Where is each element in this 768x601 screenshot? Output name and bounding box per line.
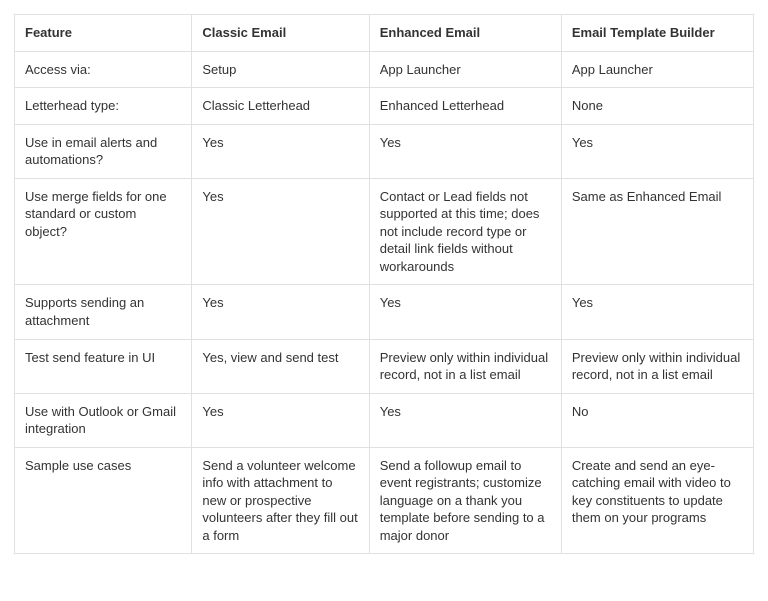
cell-classic: Yes	[192, 178, 369, 285]
table-row: Use merge fields for one standard or cus…	[15, 178, 754, 285]
cell-feature: Access via:	[15, 51, 192, 88]
cell-feature: Supports sending an attachment	[15, 285, 192, 339]
cell-enhanced: Preview only within individual record, n…	[369, 339, 561, 393]
table-header-row: Feature Classic Email Enhanced Email Ema…	[15, 15, 754, 52]
cell-feature: Use with Outlook or Gmail integration	[15, 393, 192, 447]
cell-builder: Same as Enhanced Email	[561, 178, 753, 285]
cell-classic: Yes	[192, 285, 369, 339]
cell-builder: Yes	[561, 124, 753, 178]
cell-classic: Classic Letterhead	[192, 88, 369, 125]
cell-enhanced: Send a followup email to event registran…	[369, 447, 561, 554]
cell-enhanced: Yes	[369, 124, 561, 178]
cell-classic: Yes	[192, 124, 369, 178]
cell-feature: Use merge fields for one standard or cus…	[15, 178, 192, 285]
cell-builder: Create and send an eye-catching email wi…	[561, 447, 753, 554]
header-classic-email: Classic Email	[192, 15, 369, 52]
table-row: Sample use cases Send a volunteer welcom…	[15, 447, 754, 554]
header-feature: Feature	[15, 15, 192, 52]
cell-builder: App Launcher	[561, 51, 753, 88]
cell-classic: Setup	[192, 51, 369, 88]
cell-builder: None	[561, 88, 753, 125]
cell-enhanced: App Launcher	[369, 51, 561, 88]
cell-enhanced: Contact or Lead fields not supported at …	[369, 178, 561, 285]
table-row: Letterhead type: Classic Letterhead Enha…	[15, 88, 754, 125]
cell-classic: Yes	[192, 393, 369, 447]
table-row: Test send feature in UI Yes, view and se…	[15, 339, 754, 393]
header-enhanced-email: Enhanced Email	[369, 15, 561, 52]
comparison-table: Feature Classic Email Enhanced Email Ema…	[14, 14, 754, 554]
table-row: Supports sending an attachment Yes Yes Y…	[15, 285, 754, 339]
cell-feature: Use in email alerts and automations?	[15, 124, 192, 178]
cell-feature: Test send feature in UI	[15, 339, 192, 393]
cell-enhanced: Yes	[369, 285, 561, 339]
cell-builder: No	[561, 393, 753, 447]
cell-classic: Send a volunteer welcome info with attac…	[192, 447, 369, 554]
cell-builder: Yes	[561, 285, 753, 339]
table-row: Access via: Setup App Launcher App Launc…	[15, 51, 754, 88]
cell-builder: Preview only within individual record, n…	[561, 339, 753, 393]
cell-feature: Letterhead type:	[15, 88, 192, 125]
cell-enhanced: Yes	[369, 393, 561, 447]
cell-enhanced: Enhanced Letterhead	[369, 88, 561, 125]
cell-feature: Sample use cases	[15, 447, 192, 554]
cell-classic: Yes, view and send test	[192, 339, 369, 393]
table-row: Use with Outlook or Gmail integration Ye…	[15, 393, 754, 447]
table-row: Use in email alerts and automations? Yes…	[15, 124, 754, 178]
header-email-template-builder: Email Template Builder	[561, 15, 753, 52]
